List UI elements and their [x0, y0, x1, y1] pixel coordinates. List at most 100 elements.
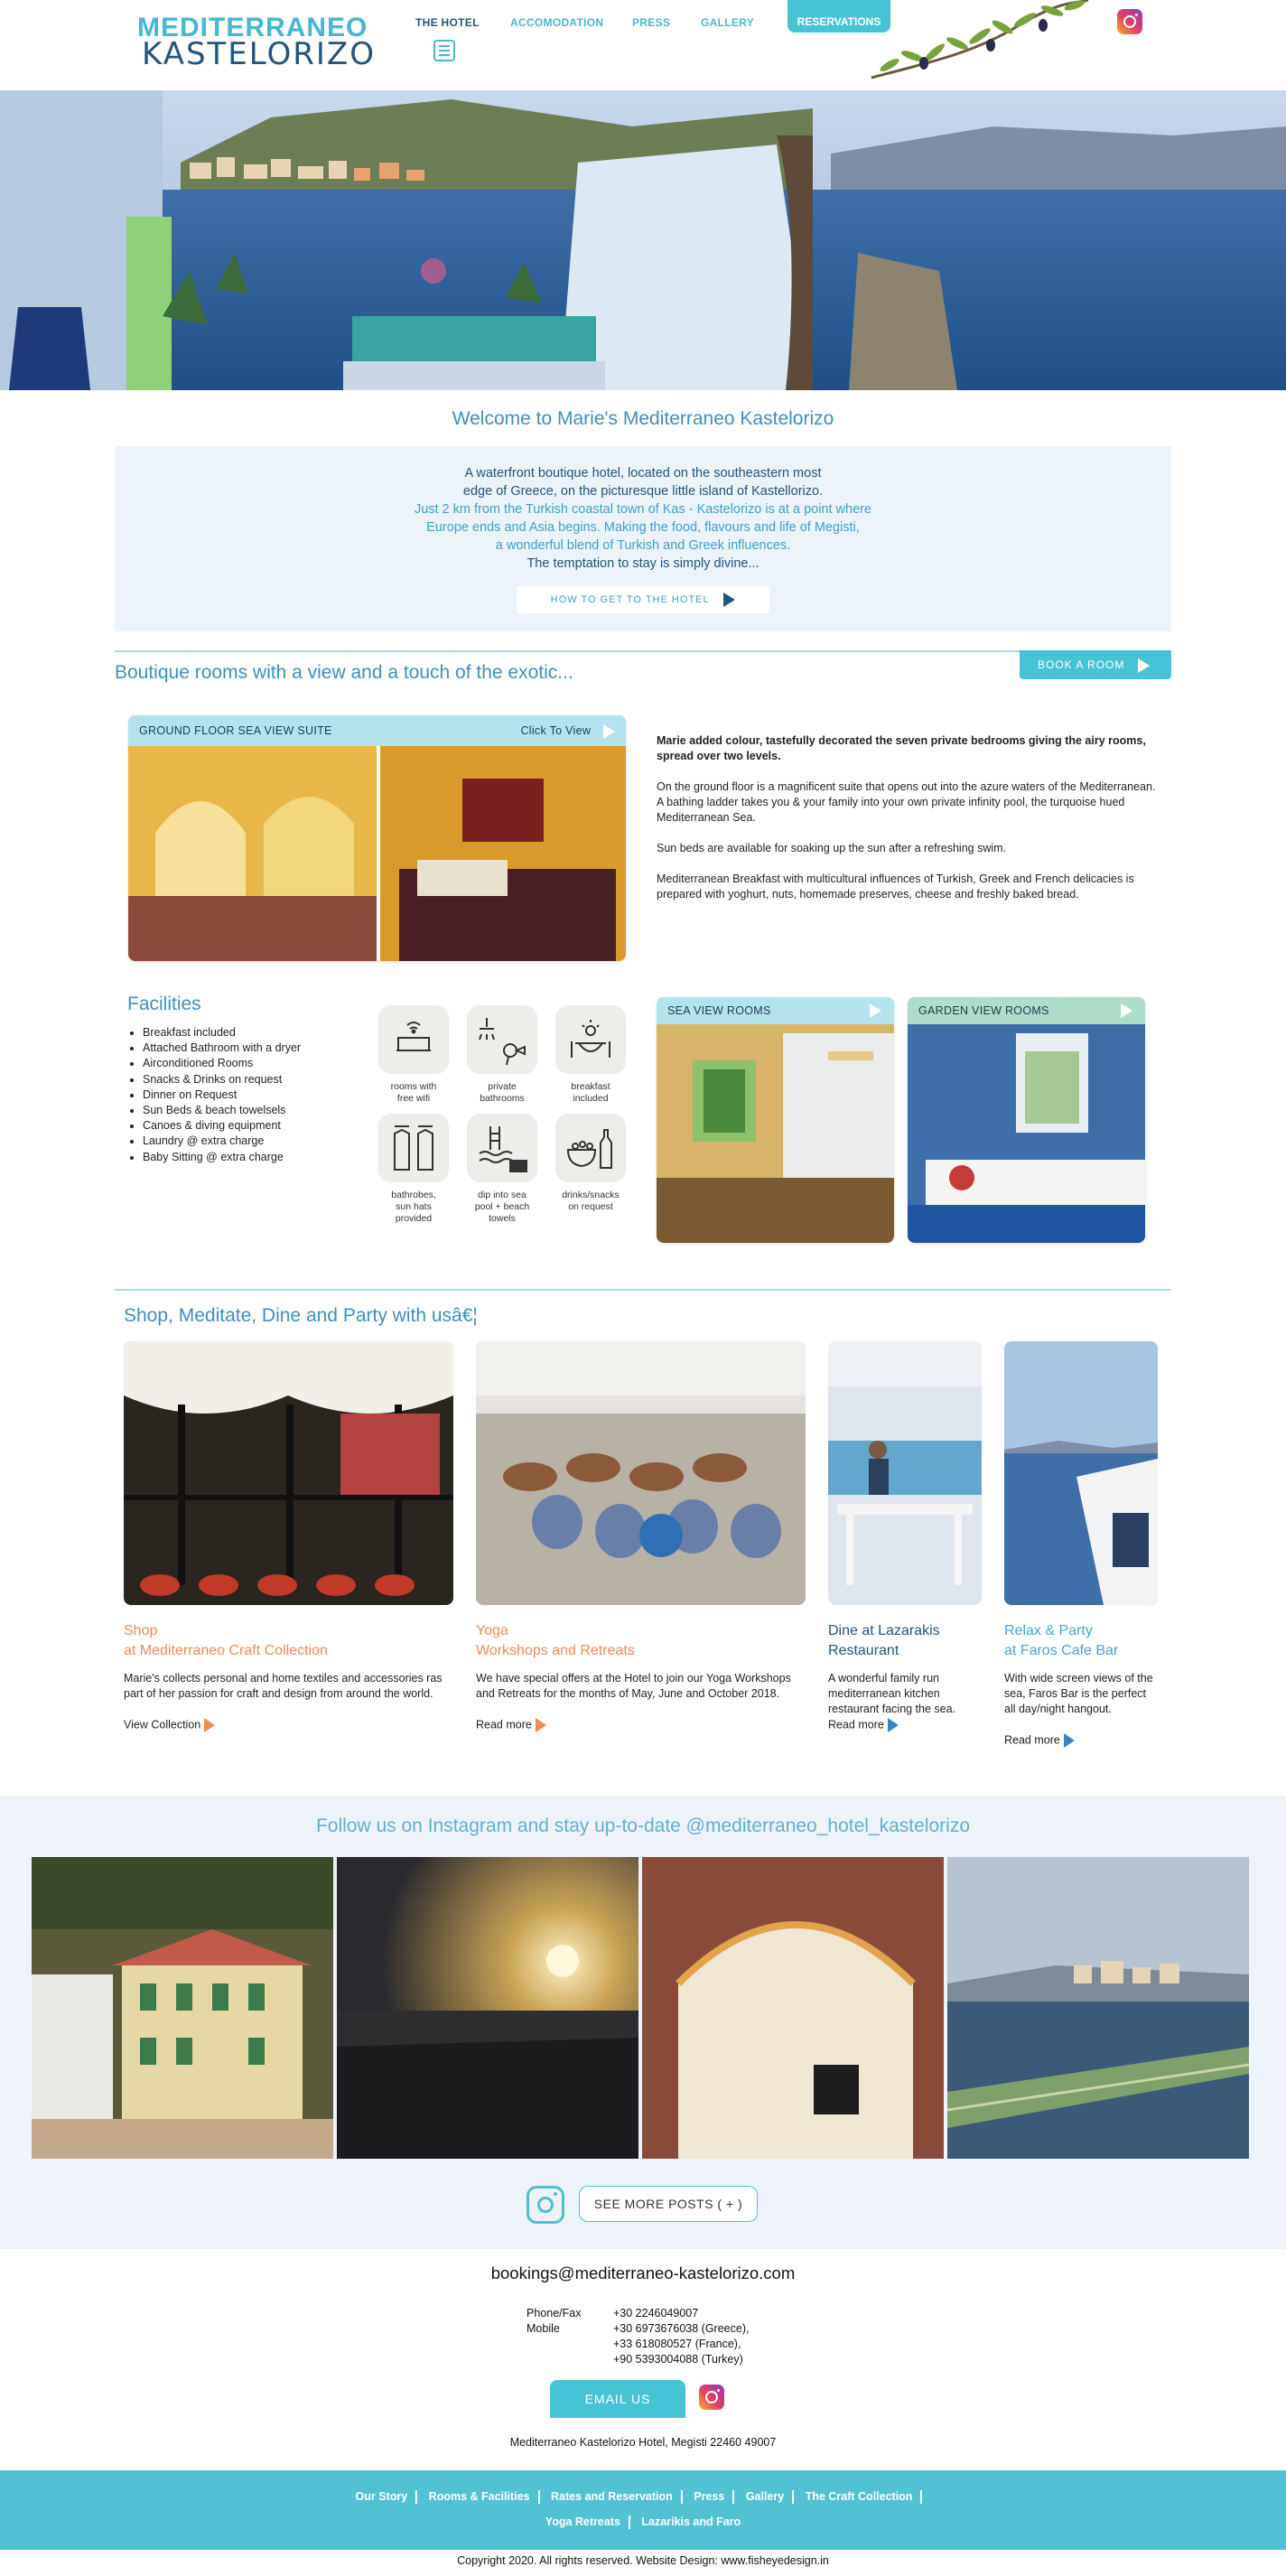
instagram-post[interactable] — [32, 1857, 333, 2159]
instagram-post[interactable] — [947, 1857, 1249, 2159]
arrow-icon — [204, 1718, 216, 1732]
footer-links-row1: Our Story Rooms & Facilities Rates and R… — [0, 2490, 1286, 2505]
instagram-icon[interactable] — [699, 2385, 724, 2410]
footer-link[interactable]: Our Story — [356, 2490, 408, 2503]
rooms-description: Marie added colour, tastefully decorated… — [657, 733, 1162, 918]
suite-label: GROUND FLOOR SEA VIEW SUITE — [139, 724, 332, 737]
dine-heading: Dine at Lazarakis Restaurant — [828, 1623, 940, 1658]
book-room-button[interactable]: BOOK A ROOM — [1020, 650, 1171, 679]
shop-photo[interactable] — [124, 1341, 453, 1605]
footer-link[interactable]: Yoga Retreats — [545, 2515, 620, 2528]
intro-line3: Just 2 km from the Turkish coastal town … — [414, 502, 872, 517]
play-icon — [870, 1003, 881, 1018]
facility-item: Airconditioned Rooms — [143, 1056, 301, 1071]
welcome-title: Welcome to Marie's Mediterraneo Kastelor… — [452, 408, 834, 429]
shop-heading: Shop at Mediterraneo Craft Collection — [124, 1623, 328, 1658]
instagram-camera-icon[interactable] — [527, 2186, 564, 2224]
footer-link[interactable]: The Craft Collection — [806, 2490, 913, 2503]
yoga-text: We have special offers at the Hotel to j… — [476, 1672, 791, 1700]
copyright: Copyright 2020. All rights reserved. Web… — [457, 2554, 829, 2567]
contact-email[interactable]: bookings@mediterraneo-kastelorizo.com — [0, 2263, 1286, 2283]
facility-caption: rooms with free wifi — [390, 1081, 437, 1104]
arrow-icon — [887, 1718, 899, 1732]
facility-item: Canoes & diving equipment — [143, 1118, 301, 1134]
footer-link[interactable]: Rooms & Facilities — [429, 2490, 530, 2503]
facility-item: Laundry @ extra charge — [143, 1134, 301, 1149]
intro-line2: edge of Greece, on the picturesque littl… — [462, 484, 824, 499]
facility-caption: private bathrooms — [480, 1081, 525, 1104]
olive-branch-icon — [871, 0, 1089, 79]
phone-number: +30 2246049007 +30 6973676038 (Greece), … — [613, 2307, 750, 2366]
yoga-photo[interactable] — [476, 1341, 806, 1605]
garden-view-card[interactable]: GARDEN VIEW ROOMS — [908, 997, 1145, 1243]
yoga-read-more-link[interactable]: Read more — [476, 1718, 546, 1732]
play-icon — [1121, 1003, 1132, 1018]
intro-line5: a wonderful blend of Turkish and Greek i… — [495, 538, 791, 553]
site-header: MEDITERRANEO KASTELORIZO THE HOTEL ACCOM… — [0, 0, 1286, 90]
facility-caption: breakfast included — [571, 1081, 610, 1104]
section-divider — [115, 650, 1171, 652]
intro-line1: A waterfront boutique hotel, located on … — [464, 466, 822, 481]
email-us-button[interactable]: EMAIL US — [550, 2380, 685, 2418]
play-icon — [1137, 658, 1150, 673]
drinks-icon — [555, 1114, 626, 1182]
garden-view-photo — [908, 997, 1145, 1243]
facility-caption: drinks/snacks on request — [562, 1190, 620, 1212]
sea-view-bar: SEA VIEW ROOMS — [657, 997, 894, 1024]
dine-photo[interactable] — [828, 1341, 982, 1605]
nav-the-hotel[interactable]: THE HOTEL — [415, 16, 480, 29]
instagram-post[interactable] — [337, 1857, 638, 2159]
intro-box: A waterfront boutique hotel, located on … — [115, 446, 1171, 631]
relax-heading: Relax & Party at Faros Cafe Bar — [1004, 1623, 1119, 1658]
rooms-title: Boutique rooms with a view and a touch o… — [115, 662, 573, 683]
how-to-get-label: HOW TO GET TO THE HOTEL — [550, 594, 710, 605]
dine-read-more-link[interactable]: Read more — [828, 1718, 899, 1732]
sea-view-label: SEA VIEW ROOMS — [667, 1004, 771, 1017]
garden-view-bar: GARDEN VIEW ROOMS — [908, 997, 1145, 1024]
nav-gallery[interactable]: GALLERY — [701, 16, 754, 29]
relax-photo[interactable] — [1004, 1341, 1158, 1605]
facility-item: Dinner on Request — [143, 1087, 301, 1103]
instagram-icon[interactable] — [1117, 9, 1142, 34]
logo-line2[interactable]: KASTELORIZO — [142, 36, 376, 72]
facility-item: Breakfast included — [143, 1025, 301, 1041]
see-more-posts-button[interactable]: SEE MORE POSTS ( + ) — [579, 2186, 758, 2222]
section-divider — [115, 1289, 1171, 1291]
hotel-address: Mediterraneo Kastelorizo Hotel, Megisti … — [509, 2436, 777, 2449]
footer-link[interactable]: Press — [694, 2490, 724, 2503]
footer-link[interactable]: Lazarikis and Faro — [641, 2515, 741, 2528]
play-icon — [603, 723, 615, 739]
rooms-p3: Sun beds are available for soaking up th… — [657, 842, 1007, 854]
bed-wifi-icon — [378, 1005, 449, 1074]
intro-line6: The temptation to stay is simply divine.… — [527, 556, 759, 571]
shop-text: Marie's collects personal and home texti… — [124, 1672, 443, 1700]
menu-icon[interactable] — [433, 40, 455, 61]
breakfast-icon — [555, 1005, 626, 1074]
pool-towel-icon — [467, 1114, 537, 1182]
suite-card[interactable]: GROUND FLOOR SEA VIEW SUITE Click To Vie… — [128, 715, 626, 961]
footer-links-row2: Yoga Retreats Lazarikis and Faro — [0, 2515, 1286, 2530]
facility-item: Sun Beds & beach towelsels — [143, 1103, 301, 1118]
footer-link[interactable]: Gallery — [746, 2490, 784, 2503]
click-to-view-label: Click To View — [520, 724, 592, 737]
sea-view-card[interactable]: SEA VIEW ROOMS — [657, 997, 894, 1243]
facility-caption: bathrobes, sun hats provided — [391, 1190, 436, 1224]
relax-read-more-link[interactable]: Read more — [1004, 1733, 1075, 1748]
facility-item: Snacks & Drinks on request — [143, 1072, 301, 1087]
book-room-label: BOOK A ROOM — [1038, 658, 1125, 671]
nav-press[interactable]: PRESS — [632, 16, 670, 29]
how-to-get-button[interactable]: HOW TO GET TO THE HOTEL — [517, 586, 769, 613]
shop-title: Shop, Meditate, Dine and Party with usâ€… — [124, 1305, 478, 1326]
mobile-label: Mobile — [527, 2322, 560, 2335]
rooms-p1: Marie added colour, tastefully decorated… — [657, 734, 1146, 762]
facility-item: Attached Bathroom with a dryer — [143, 1041, 301, 1056]
rooms-p4: Mediterranean Breakfast with multicultur… — [657, 873, 1134, 901]
bathrobe-icon — [378, 1114, 449, 1182]
yoga-heading: Yoga Workshops and Retreats — [476, 1623, 635, 1658]
instagram-post[interactable] — [642, 1857, 944, 2159]
instagram-title: Follow us on Instagram and stay up-to-da… — [315, 1815, 971, 1836]
view-collection-link[interactable]: View Collection — [124, 1718, 216, 1732]
footer-link[interactable]: Rates and Reservation — [551, 2490, 673, 2503]
instagram-section: Follow us on Instagram and stay up-to-da… — [0, 1796, 1286, 2249]
nav-accomodation[interactable]: ACCOMODATION — [510, 16, 603, 29]
